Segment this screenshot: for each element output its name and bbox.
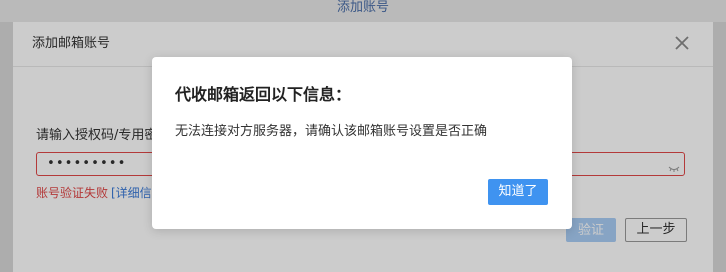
alert-message: 无法连接对方服务器，请确认该邮箱账号设置是否正确 — [175, 124, 488, 139]
ok-button[interactable]: 知道了 — [488, 179, 548, 205]
alert-dialog: 代收邮箱返回以下信息： 无法连接对方服务器，请确认该邮箱账号设置是否正确 知道了 — [152, 57, 572, 229]
alert-title: 代收邮箱返回以下信息： — [175, 85, 352, 104]
